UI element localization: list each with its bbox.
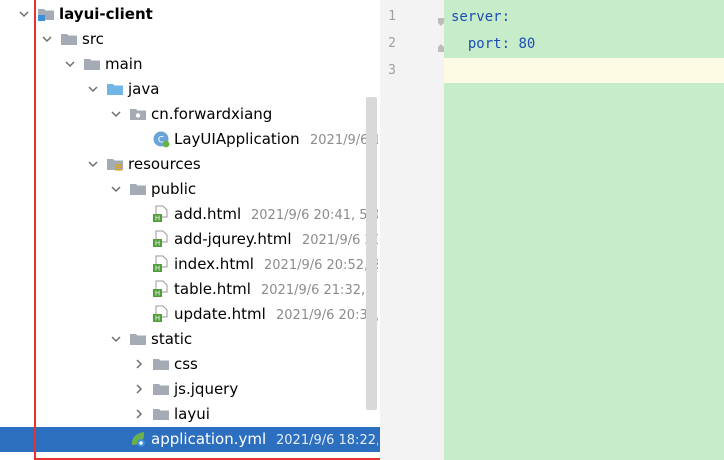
folder-icon	[60, 30, 78, 48]
spring-class-icon: C	[152, 130, 170, 148]
chevron-down-icon[interactable]	[87, 83, 99, 95]
chevron-right-icon[interactable]	[133, 383, 145, 395]
chevron-down-icon[interactable]	[110, 183, 122, 195]
folder-icon	[152, 380, 170, 398]
tree-row-meta: 2021/9/6 20:41, 5.08	[251, 208, 378, 223]
tree-row[interactable]: Hindex.html 2021/9/6 20:52, 3.	[0, 252, 380, 277]
chevron-down-icon[interactable]	[64, 58, 76, 70]
tree-row[interactable]: layui-client	[0, 2, 380, 27]
tree-row-label: add.html	[174, 205, 242, 223]
tree-row[interactable]: resources	[0, 152, 380, 177]
tree-row-label: src	[82, 30, 104, 48]
yml-file-icon	[129, 430, 147, 448]
line-number: 3	[388, 63, 396, 78]
tree-row-label: layui-client	[59, 5, 153, 23]
fold-end-marker-icon[interactable]	[437, 38, 445, 52]
tree-row-meta: 2021/9/6 21:32, 8.4	[261, 283, 378, 298]
tree-row[interactable]: Htable.html 2021/9/6 21:32, 8.4	[0, 277, 380, 302]
tree-row[interactable]: Hupdate.html 2021/9/6 20:39,	[0, 302, 380, 327]
yaml-value: 80	[510, 36, 536, 52]
html-file-icon: H	[152, 255, 170, 273]
tree-row-label: resources	[128, 155, 201, 173]
html-file-icon: H	[152, 205, 170, 223]
chevron-down-icon[interactable]	[87, 158, 99, 170]
tree-row-label: main	[105, 55, 143, 73]
yaml-colon: :	[501, 9, 511, 25]
tree-row[interactable]: main	[0, 52, 380, 77]
chevron-down-icon[interactable]	[18, 8, 30, 20]
code-line-2: port: 80	[451, 35, 535, 53]
html-file-icon: H	[152, 280, 170, 298]
chevron-down-icon[interactable]	[110, 108, 122, 120]
tree-row-label: css	[174, 355, 198, 373]
tree-row-label: static	[151, 330, 193, 348]
module-folder-icon	[37, 5, 55, 23]
tree-row[interactable]: Hadd-jqurey.html 2021/9/6 20	[0, 227, 380, 252]
tree-row-label: layui	[174, 405, 210, 423]
tree-row[interactable]: public	[0, 177, 380, 202]
folder-icon	[129, 180, 147, 198]
svg-text:H: H	[155, 215, 160, 223]
tree-row-label: add-jqurey.html	[174, 230, 292, 248]
tree-scrollbar[interactable]	[366, 97, 377, 410]
folder-icon	[152, 405, 170, 423]
tree-row-meta: 2021/9/6 20:39,	[276, 308, 378, 323]
tree-row[interactable]: java	[0, 77, 380, 102]
tree-row[interactable]: css	[0, 352, 380, 377]
tree-row[interactable]: src	[0, 27, 380, 52]
tree-row-label: application.yml	[151, 430, 267, 448]
svg-text:H: H	[155, 290, 160, 298]
current-line-highlight	[444, 58, 724, 83]
chevron-down-icon[interactable]	[41, 33, 53, 45]
tree-row-meta: 2021/9/6 20:52, 3.	[264, 258, 378, 273]
tree-row-label: js.jquery	[174, 380, 239, 398]
yaml-key: port	[467, 36, 502, 52]
tree-row[interactable]: js.jquery	[0, 377, 380, 402]
tree-row-label: LayUIApplication	[174, 130, 300, 148]
project-tree: layui-client src main java cn.forwardxiang C L…	[0, 0, 380, 460]
package-icon	[129, 105, 147, 123]
line-number: 1	[388, 9, 396, 24]
tree-row-meta: 2021/9/6 18:22,	[276, 433, 378, 448]
tree-row-label: public	[151, 180, 197, 198]
code-line-1: server:	[451, 8, 510, 26]
yaml-colon: :	[501, 36, 511, 52]
svg-text:H: H	[155, 240, 160, 248]
html-file-icon: H	[152, 230, 170, 248]
chevron-down-icon[interactable]	[110, 333, 122, 345]
tree-row[interactable]: application.yml 2021/9/6 18:22,	[0, 427, 380, 452]
fold-marker-icon[interactable]	[437, 12, 445, 26]
tree-row-label: update.html	[174, 305, 266, 323]
yaml-key: server	[451, 9, 502, 25]
folder-icon	[129, 330, 147, 348]
tree-row[interactable]: static	[0, 327, 380, 352]
svg-text:H: H	[155, 315, 160, 323]
chevron-right-icon[interactable]	[133, 408, 145, 420]
tree-row-label: java	[128, 80, 160, 98]
folder-icon	[152, 355, 170, 373]
resources-folder-icon	[106, 155, 124, 173]
html-file-icon: H	[152, 305, 170, 323]
line-number: 2	[388, 36, 396, 51]
tree-row[interactable]: cn.forwardxiang	[0, 102, 380, 127]
tree-row[interactable]: C LayUIApplication 2021/9/6 1	[0, 127, 380, 152]
svg-text:H: H	[155, 265, 160, 273]
tree-row-label: cn.forwardxiang	[151, 105, 273, 123]
tree-row[interactable]: Hadd.html 2021/9/6 20:41, 5.08	[0, 202, 380, 227]
source-folder-icon	[106, 80, 124, 98]
tree-row-label: index.html	[174, 255, 254, 273]
tree-row[interactable]: layui	[0, 402, 380, 427]
chevron-right-icon[interactable]	[133, 358, 145, 370]
tree-row-label: table.html	[174, 280, 251, 298]
folder-icon	[83, 55, 101, 73]
